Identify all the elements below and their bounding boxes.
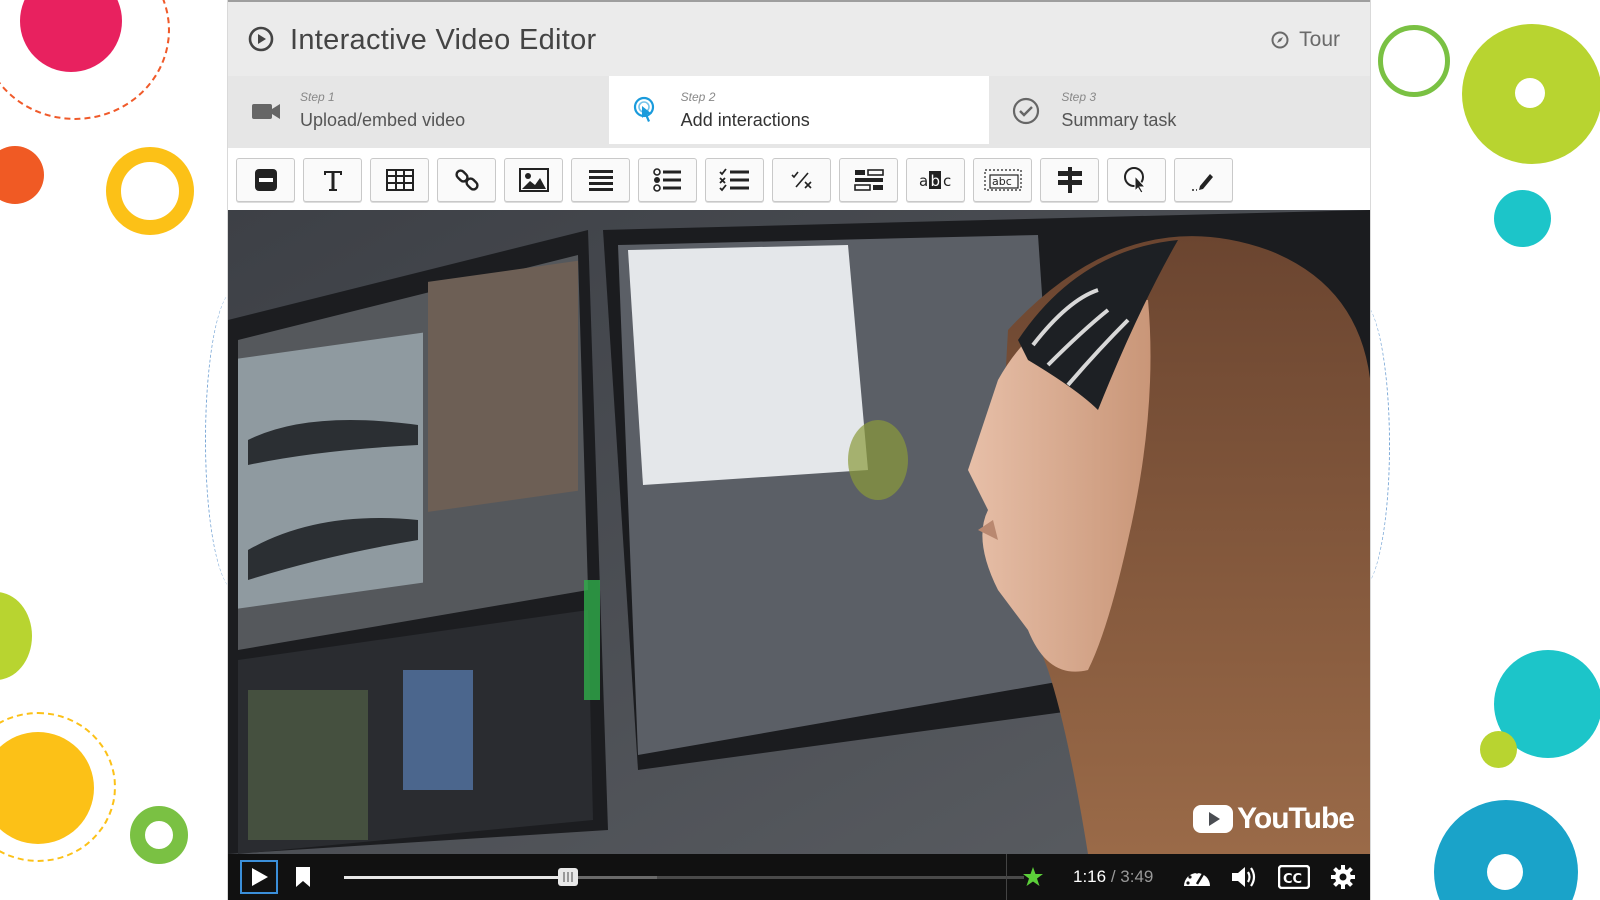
label-icon — [254, 169, 277, 191]
tab-step-label: Add interactions — [680, 110, 810, 130]
single-choice-tool-button[interactable] — [638, 158, 697, 202]
progress-track[interactable] — [344, 868, 1024, 886]
tab-step-3[interactable]: Step 3 Summary task — [989, 76, 1371, 144]
compass-icon — [1271, 31, 1289, 49]
label-tool-button[interactable] — [236, 158, 295, 202]
statements-tool-button[interactable] — [571, 158, 630, 202]
closed-captions-icon: CC — [1277, 864, 1311, 890]
mark-the-words-icon: abc — [919, 171, 951, 190]
text-icon — [323, 171, 342, 191]
tour-button[interactable]: Tour — [1271, 28, 1340, 52]
table-icon — [385, 169, 414, 191]
play-button[interactable] — [240, 860, 278, 894]
navigation-hotspot-icon — [1123, 167, 1146, 194]
page-title: Interactive Video Editor — [290, 24, 597, 56]
drag-and-drop-tool-button[interactable] — [839, 158, 898, 202]
stage: Interactive Video Editor Tour Step 1 Upl… — [0, 0, 1600, 900]
youtube-wordmark: YouTube — [1237, 802, 1355, 835]
decor-yellow-dashed-ring — [0, 712, 116, 862]
progress-played — [344, 876, 569, 879]
time-display: 1:16 / 3:49 — [1073, 867, 1153, 887]
single-choice-icon — [652, 168, 681, 192]
touch-pointer-icon — [633, 96, 654, 122]
bookmark-button[interactable] — [294, 866, 312, 893]
tab-step-number: Step 2 — [680, 90, 716, 104]
bookmark-icon — [296, 867, 310, 887]
text-tool-button[interactable] — [303, 158, 362, 202]
fill-in-blanks-tool-button[interactable]: abc — [973, 158, 1032, 202]
tab-step-label: Upload/embed video — [300, 110, 466, 130]
captions-button[interactable]: CC — [1277, 864, 1311, 894]
current-time: 1:16 — [1073, 867, 1107, 886]
crossroads-icon — [1057, 167, 1082, 193]
duration: 3:49 — [1120, 867, 1154, 886]
image-tool-button[interactable] — [504, 158, 563, 202]
fill-in-blanks-icon: abc — [983, 169, 1022, 191]
statements-icon — [588, 170, 613, 191]
decor-green-ring — [130, 806, 188, 864]
volume-button[interactable] — [1230, 865, 1258, 894]
free-text-question-tool-button[interactable] — [1174, 158, 1233, 202]
decor-lime-dot — [1480, 731, 1517, 768]
step-tabs: Step 1 Upload/embed video Step 2 Add int… — [228, 76, 1371, 144]
svg-text:abc: abc — [992, 175, 1012, 188]
free-text-question-icon — [1191, 174, 1213, 191]
video-frame[interactable]: YouTube — [228, 210, 1370, 854]
decor-white-dot-2 — [1487, 854, 1523, 890]
true-false-tool-button[interactable] — [772, 158, 831, 202]
tab-step-label: Summary task — [1061, 110, 1177, 130]
table-tool-button[interactable] — [370, 158, 429, 202]
progress-thumb[interactable] — [558, 868, 579, 886]
time-separator: / — [1106, 867, 1121, 886]
editor-header: Interactive Video Editor Tour — [228, 0, 1370, 76]
decor-dashed-ring — [0, 0, 170, 120]
multiple-choice-icon — [718, 168, 749, 192]
tab-step-number: Step 3 — [1061, 90, 1097, 104]
play-icon — [252, 868, 268, 886]
link-icon — [454, 169, 479, 191]
playback-speed-button[interactable] — [1182, 864, 1212, 895]
youtube-watermark[interactable]: YouTube — [1193, 802, 1355, 836]
interaction-toolbar: abc abc — [228, 144, 1370, 210]
svg-text:a: a — [919, 172, 928, 190]
crossroads-tool-button[interactable] — [1040, 158, 1099, 202]
youtube-logo-icon — [1193, 805, 1234, 833]
speedometer-icon — [1184, 870, 1210, 886]
controls-divider — [1006, 854, 1007, 900]
video-camera-icon — [252, 104, 280, 119]
mark-the-words-tool-button[interactable]: abc — [906, 158, 965, 202]
decor-yellow-ring — [106, 147, 194, 235]
decor-green-ring-right — [1378, 25, 1450, 97]
link-tool-button[interactable] — [437, 158, 496, 202]
true-false-icon — [790, 171, 812, 189]
check-circle-icon — [1013, 97, 1040, 125]
svg-text:c: c — [943, 172, 951, 190]
tab-step-number: Step 1 — [300, 90, 335, 104]
interactive-video-editor: Interactive Video Editor Tour Step 1 Upl… — [227, 0, 1371, 900]
decor-teal-circle-small — [1494, 190, 1551, 247]
decor-white-dot-1 — [1515, 78, 1545, 108]
navigation-hotspot-tool-button[interactable] — [1107, 158, 1166, 202]
svg-text:b: b — [930, 172, 940, 190]
multiple-choice-tool-button[interactable] — [705, 158, 764, 202]
star-marker-icon — [1023, 867, 1043, 886]
svg-text:CC: CC — [1283, 872, 1302, 887]
image-icon — [518, 168, 549, 192]
tour-label: Tour — [1299, 28, 1340, 51]
tab-step-2[interactable]: Step 2 Add interactions — [608, 76, 990, 144]
play-circle-icon — [248, 26, 274, 52]
tab-step-1[interactable]: Step 1 Upload/embed video — [228, 76, 609, 144]
settings-button[interactable] — [1330, 864, 1356, 895]
player-controls: 1:16 / 3:49 CC — [228, 854, 1370, 900]
decor-lime-circle — [0, 592, 32, 680]
gear-icon — [1331, 865, 1355, 889]
video-still-image — [228, 210, 1370, 854]
drag-and-drop-icon — [853, 169, 884, 191]
volume-icon — [1232, 867, 1256, 887]
decor-orange-circle — [0, 146, 44, 204]
interaction-marker[interactable] — [1022, 866, 1044, 893]
